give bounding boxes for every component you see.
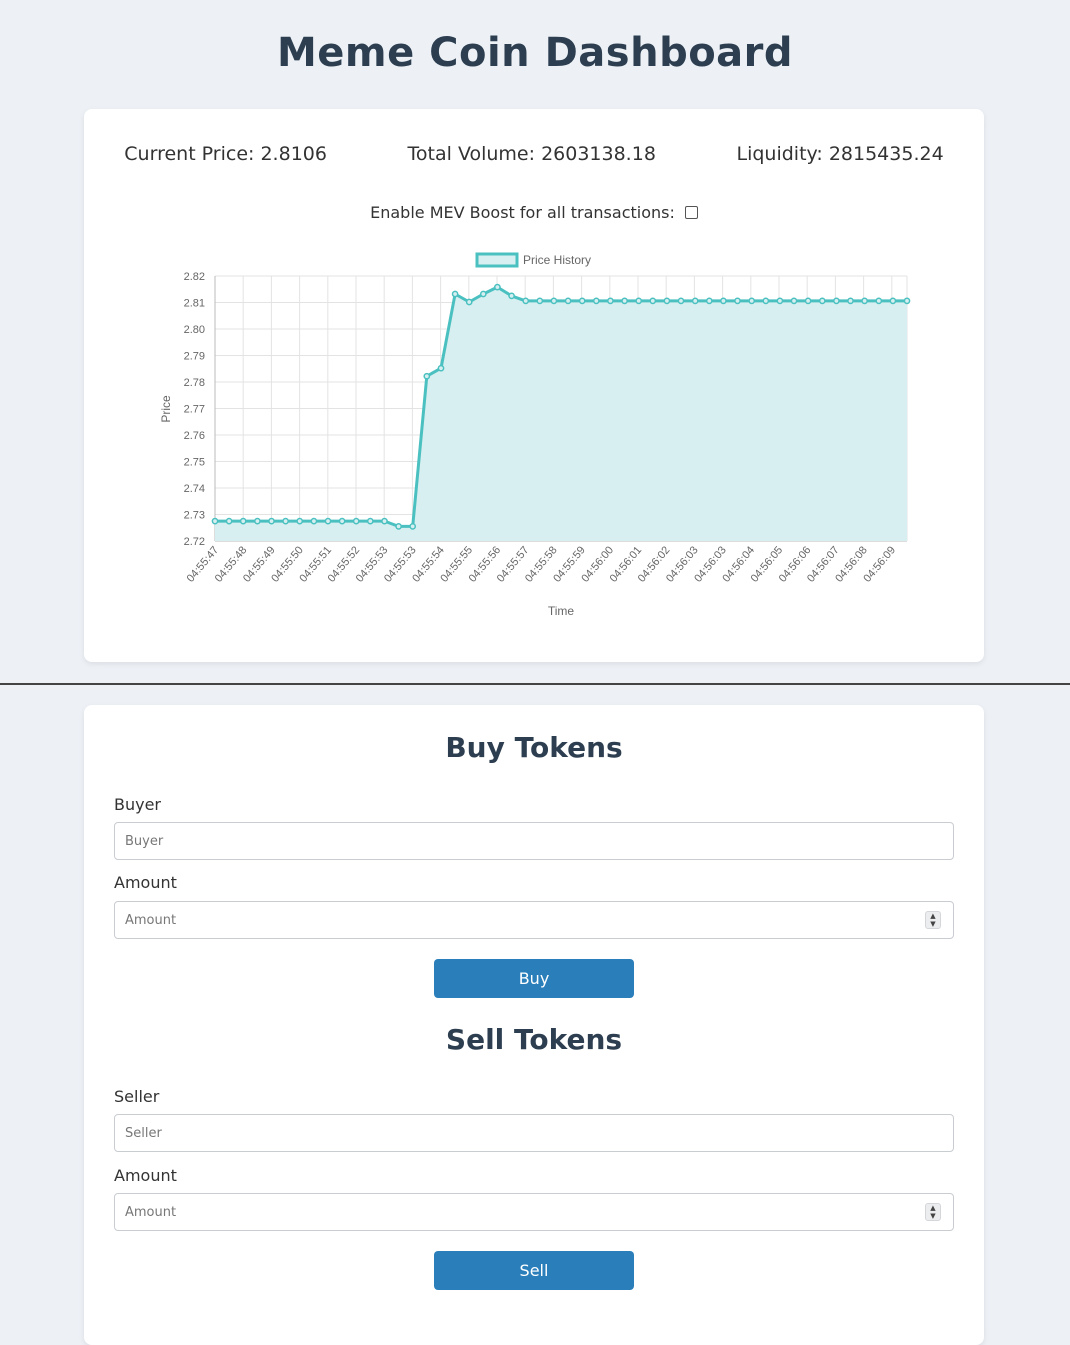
price-point [790, 297, 798, 305]
mev-boost-checkbox[interactable] [684, 206, 698, 219]
legend-swatch [475, 252, 519, 268]
price-point [395, 523, 402, 530]
price-point [776, 297, 784, 305]
price-point [833, 297, 840, 305]
y-tick-label: 2.73 [184, 510, 205, 522]
y-tick-label: 2.81 [184, 298, 205, 310]
x-axis-ticks: 04:55:4704:55:4804:55:4904:55:5004:55:51… [185, 544, 899, 585]
price-point [818, 297, 826, 305]
price-point [437, 364, 445, 372]
price-point [875, 297, 883, 305]
price-point [748, 297, 756, 305]
price-point [903, 297, 911, 305]
stats-row: Current Price: 2.8106 Total Volume: 2603… [84, 143, 984, 169]
sell-button[interactable]: Sell [434, 1251, 634, 1290]
price-point [324, 517, 332, 525]
sell-section-title: Sell Tokens [445, 1023, 623, 1056]
buy-section-title: Buy Tokens [445, 731, 623, 764]
price-point [522, 297, 530, 305]
y-tick-label: 2.74 [184, 483, 205, 495]
legend-label: Price History [523, 253, 591, 267]
price-point [254, 517, 261, 525]
buyer-input[interactable] [114, 822, 954, 860]
price-point [649, 297, 657, 305]
price-point [804, 297, 812, 305]
price-point [366, 517, 374, 525]
chart-legend[interactable]: Price History [475, 252, 591, 268]
price-point [479, 290, 487, 298]
price-point [465, 298, 473, 306]
price-point [607, 297, 614, 305]
price-point [592, 297, 600, 305]
price-point [564, 297, 572, 305]
buy-amount-input[interactable] [114, 901, 954, 939]
price-point [734, 297, 741, 305]
y-axis-label: Price [159, 395, 173, 423]
price-point [621, 297, 628, 305]
price-point [889, 297, 897, 305]
price-point [409, 523, 417, 530]
price-point [225, 517, 233, 525]
liquidity: Liquidity: 2815435.24 [736, 143, 944, 165]
seller-input[interactable] [114, 1114, 954, 1152]
buyer-label: Buyer [114, 795, 162, 814]
price-point [381, 517, 388, 525]
price-point [847, 297, 854, 305]
price-point [536, 297, 544, 305]
price-point [423, 372, 431, 380]
x-axis-label: Time [548, 604, 575, 618]
price-point [451, 290, 459, 298]
y-tick-label: 2.77 [184, 404, 205, 416]
price-point [635, 297, 643, 305]
price-point [494, 283, 501, 291]
price-point [861, 297, 868, 305]
price-point [508, 292, 515, 300]
price-point [762, 297, 770, 305]
sell-amount-label: Amount [114, 1166, 177, 1185]
price-area [215, 287, 907, 541]
y-tick-label: 2.75 [184, 457, 205, 469]
price-point [282, 517, 289, 525]
price-point [705, 297, 713, 305]
mev-boost-label: Enable MEV Boost for all transactions: [370, 203, 675, 222]
buy-amount-stepper[interactable]: ▲ ▼ [925, 911, 941, 929]
y-tick-label: 2.80 [184, 324, 205, 336]
price-point [268, 517, 275, 525]
price-point [720, 297, 727, 305]
price-point [239, 517, 247, 525]
sell-amount-stepper[interactable]: ▲ ▼ [925, 1203, 941, 1221]
price-history-chart: Price History 2.822.812.802.792.782.772.… [159, 252, 911, 618]
y-tick-label: 2.72 [184, 536, 205, 548]
price-point [578, 297, 586, 305]
mev-boost-row: Enable MEV Boost for all transactions: [84, 203, 984, 222]
sell-amount-input[interactable] [114, 1193, 954, 1231]
y-tick-label: 2.76 [184, 430, 205, 442]
buy-button[interactable]: Buy [434, 959, 634, 998]
price-point [296, 517, 304, 525]
price-point [338, 517, 346, 525]
section-divider [0, 683, 1070, 685]
seller-label: Seller [114, 1087, 160, 1106]
buy-amount-label: Amount [114, 873, 177, 892]
y-tick-label: 2.78 [184, 377, 205, 389]
price-point [663, 297, 671, 305]
price-point [310, 517, 318, 525]
page-title: Meme Coin Dashboard [276, 30, 794, 76]
y-tick-label: 2.82 [184, 271, 205, 283]
y-axis-ticks: 2.82 2.81 2.80 2.79 2.78 2.77 2.76 2.75 2.74 2.73… [184, 271, 205, 548]
price-point [211, 517, 219, 525]
current-price: Current Price: 2.8106 [124, 143, 327, 165]
price-point [352, 517, 360, 525]
price-point [550, 297, 558, 305]
price-point [677, 297, 685, 305]
price-point [691, 297, 699, 305]
total-volume: Total Volume: 2603138.18 [407, 143, 656, 165]
y-tick-label: 2.79 [184, 351, 205, 363]
